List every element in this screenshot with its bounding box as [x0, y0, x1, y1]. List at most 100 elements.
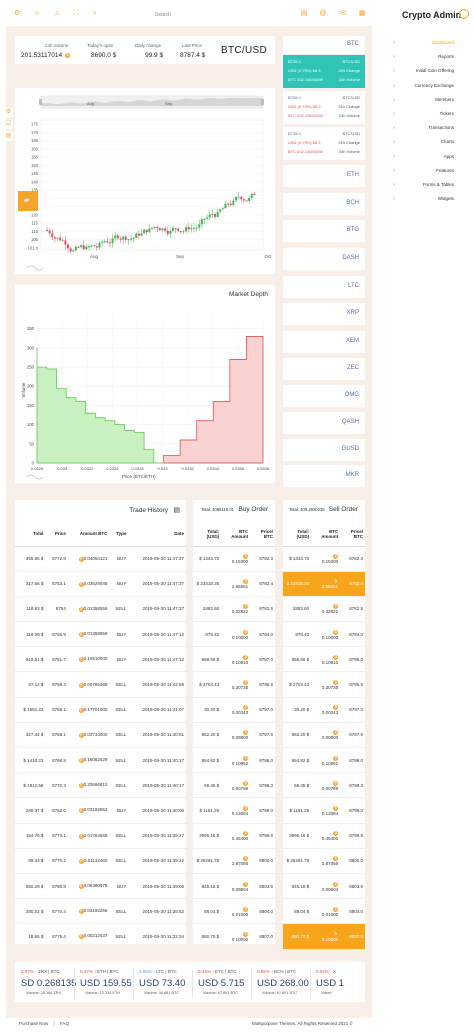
table-row[interactable]: 919.81 $8751.7 ₿0.10510000 BUY 2019-05-30 1…	[15, 646, 186, 673]
navigator-handle[interactable]	[261, 99, 264, 105]
sidebar-toggle-icon[interactable]	[459, 9, 469, 19]
table-row[interactable]: 845.18 $ ₿ 0.09604 8803.9	[193, 873, 275, 900]
table-row[interactable]: $ 2703.43 ₿ 0.30735 8795.9	[283, 671, 365, 698]
table-row[interactable]: $ 25261.78 ₿ 2.87066 8800.0	[193, 848, 275, 874]
table-row[interactable]: 88.04 $ ₿ 0.01000 8804.0	[283, 898, 365, 925]
table-row[interactable]: 880.70 $ ₿ 0.10000 8807.0	[283, 923, 365, 950]
coin-card-omg[interactable]: OMG	[283, 385, 365, 407]
table-row[interactable]: 878.40 ₿ 0.10000 8784.0	[283, 621, 365, 648]
table-row[interactable]: 954.82 $ ₿ 0.10852 8798.0	[193, 747, 275, 774]
file-icon[interactable]: ▤	[4, 132, 13, 141]
menu-item-reports[interactable]: Reports	[392, 54, 454, 59]
table-row[interactable]: 30.20 $ ₿ 0.00343 8797.0	[283, 697, 365, 723]
coin-card-zec[interactable]: ZEC	[283, 358, 365, 380]
check-icon[interactable]: ☑	[4, 120, 13, 129]
menu-item-forms-tables[interactable]: Forms & Tables	[392, 182, 454, 187]
table-row[interactable]: 280.37 $8782.0 ₿0.03192652 BUY 2019-05-30 1…	[15, 797, 186, 824]
coin-card-btg[interactable]: BTG	[283, 220, 365, 242]
document-icon[interactable]: ▤	[173, 506, 180, 514]
table-row[interactable]: 99.33 $8770.2 ₿0.01132460 SELL 2019-05-30 1…	[15, 848, 186, 874]
menu-item-members[interactable]: Members	[392, 97, 454, 102]
table-row[interactable]: 30.20 $ ₿ 0.00343 8797.0	[193, 697, 275, 723]
menu-item-widgets[interactable]: Widgets	[392, 196, 454, 201]
coin-card-ltc[interactable]: LTC	[283, 276, 365, 298]
table-row[interactable]: 69.45 $ ₿ 0.00789 8798.3	[283, 772, 365, 799]
table-row[interactable]: 18.65 $8775.4 ₿0.00212437 SELL 2019-05-30 1…	[15, 923, 186, 950]
table-row[interactable]: $ 1812.56 8770.3 ₿0.20666910 SELL 2019-05-30…	[15, 772, 186, 799]
table-row[interactable]: $ 1552.22 8769.1 ₿0.17701000 SELL 2019-05-30…	[15, 697, 186, 723]
table-row[interactable]: 2882.60 ₿ 0.32822 8782.5	[283, 596, 365, 623]
chart-tool-button[interactable]: ▰	[18, 191, 38, 211]
coin-card-xem[interactable]: XEM	[283, 331, 365, 353]
menu-item-charts[interactable]: Charts	[392, 139, 454, 144]
user-icon[interactable]: ☺	[32, 9, 42, 19]
coin-card-mkr[interactable]: MKR	[283, 465, 365, 487]
coin-card-qash[interactable]: QASH	[283, 412, 365, 434]
menu-item-dashboard[interactable]: Dashboard	[392, 40, 454, 45]
table-row[interactable]: 862.20 $ ₿ 0.09800 8797.9	[193, 722, 275, 749]
table-row[interactable]: 317.66 $8753.1 ₿0.03629048 BUY 2019-05-30 1…	[15, 571, 186, 597]
active-coin-detail[interactable]: B735.0 BTC/USD USD (0.79%) 66.3 24h Change B…	[283, 55, 365, 88]
calendar-icon[interactable]: ▦	[357, 9, 367, 19]
table-row[interactable]: 845.18 $ ₿ 0.09604 8803.9	[283, 873, 365, 900]
expand-icon[interactable]: ⛶	[71, 9, 81, 19]
table-row[interactable]: 560.29 $8780.8 ₿0.06380978 BUY 2019-05-30 1…	[15, 873, 186, 900]
table-row[interactable]: $ 25261.78 ₿ 2.87066 8800.0	[283, 848, 365, 874]
coin-card-btc[interactable]: B735.0 BTC/USD USD (0.79%) 66.3 24h Change B…	[283, 91, 365, 124]
menu-item-transactions[interactable]: Transactions	[392, 125, 454, 130]
menu-item-currency-exchange[interactable]: Currency Exchange	[392, 83, 454, 88]
navigator-handle[interactable]	[39, 99, 42, 105]
table-row[interactable]: $ 1151.29 ₿ 0.13084 8799.0	[283, 797, 365, 824]
table-row[interactable]: 862.20 $ ₿ 0.09800 8797.9	[283, 722, 365, 749]
menu-item-tickers[interactable]: Tickers	[392, 111, 454, 116]
table-row[interactable]: 280.02 $8770.4 ₿0.03192266 SELL 2019-05-30 …	[15, 898, 186, 925]
menu-item-apps[interactable]: Apps	[392, 154, 454, 159]
table-row[interactable]: 880.70 $ ₿ 0.10000 8807.0	[193, 923, 275, 950]
table-row[interactable]: 2882.60 ₿ 0.32822 8782.5	[193, 596, 275, 623]
chat-icon[interactable]: ✉	[338, 9, 348, 19]
candlestick-chart[interactable]: AugSep1751701651601551501451401351301251…	[15, 88, 275, 274]
candle	[182, 231, 185, 233]
table-row[interactable]: 355.66 $8772.8 ₿0.04054121 BUY 2019-05-30 1…	[15, 546, 186, 572]
coin-card-bch[interactable]: BCH	[283, 193, 365, 215]
table-row[interactable]: $ 1343.70 ₿ 0.15300 8782.3	[193, 546, 275, 572]
coin-card-btc[interactable]: B735.0 BTC/USD USD (0.79%) 66.3 24h Change B…	[283, 127, 365, 160]
coin-card-xrp[interactable]: XRP	[283, 303, 365, 325]
candle	[56, 237, 59, 239]
table-row[interactable]: 67.12 $8769.4 ₿0.00765369 SELL 2019-05-30 1…	[15, 671, 186, 698]
table-row[interactable]: 878.40 ₿ 0.10000 8784.0	[193, 621, 275, 648]
menu-item-initial-coin-offering[interactable]: Initial Coin Offering	[392, 68, 454, 73]
menu-item-features[interactable]: Features	[392, 168, 454, 173]
settings-icon[interactable]: ⚙	[4, 108, 13, 117]
table-row[interactable]: 154.76 $8770.1 ₿0.01764559 SELL 2019-05-30 …	[15, 823, 186, 849]
table-row[interactable]: 69.45 $ ₿ 0.00789 8798.3	[193, 772, 275, 799]
table-row[interactable]: $ 1410.23 8768.9 ₿0.16082529 SELL 2019-05-30…	[15, 747, 186, 774]
coin-card-btc[interactable]: BTC	[283, 36, 365, 54]
table-row[interactable]: 958.66 $ ₿ 0.10910 8787.0	[193, 646, 275, 673]
search-input[interactable]: Search	[155, 12, 171, 18]
purchase-link[interactable]: Purchase Now	[19, 1021, 48, 1026]
table-row[interactable]: 327.44 $8769.1 ₿0.03734000 SELL 2019-05-30 …	[15, 722, 186, 749]
table-row[interactable]: 954.82 $ ₿ 0.10852 8798.0	[283, 747, 365, 774]
table-row[interactable]: $ 2703.43 ₿ 0.30735 8795.9	[193, 671, 275, 698]
bell-icon[interactable]: ♫	[52, 9, 62, 19]
table-row[interactable]: 118.93 $8754 ₿0.01358559 SELL 2019-05-30 11…	[15, 596, 186, 623]
table-row[interactable]: $ 1343.70 ₿ 0.15300 8782.3	[283, 546, 365, 572]
table-row[interactable]: $ 1151.29 ₿ 0.13084 8799.0	[193, 797, 275, 824]
gear-icon[interactable]: ⚙	[12, 9, 22, 19]
faq-link[interactable]: FAQ	[60, 1021, 69, 1026]
table-row[interactable]: 3995.16 $ ₿ 0.45400 8799.9	[193, 823, 275, 849]
coin-card-eth[interactable]: ETH	[283, 165, 365, 187]
table-row[interactable]: 88.04 $ ₿ 0.01000 8804.0	[193, 898, 275, 925]
at-icon[interactable]: @	[318, 9, 328, 19]
table-row[interactable]: 3995.16 $ ₿ 0.45400 8799.9	[283, 823, 365, 849]
coin-card-gusd[interactable]: GUSD	[283, 439, 365, 461]
table-row[interactable]: 119.09 $8765.9 ₿0.01358559 BUY 2019-05-30 1…	[15, 621, 186, 648]
table-row[interactable]: $ 23418.36 ₿ 2.66651 8782.4	[193, 571, 275, 597]
clipboard-icon[interactable]: ▤	[299, 9, 309, 19]
table-row[interactable]: $ 23418.36 ₿ 2.66651 8782.4	[283, 571, 365, 597]
market-depth-chart[interactable]: 3503002502001501005000.0328 0.033 0.0322 0.…	[15, 285, 275, 483]
search-icon[interactable]: ⌕	[90, 9, 100, 19]
table-row[interactable]: 958.66 $ ₿ 0.10910 8795.0	[283, 646, 365, 673]
coin-card-dash[interactable]: DASH	[283, 248, 365, 270]
